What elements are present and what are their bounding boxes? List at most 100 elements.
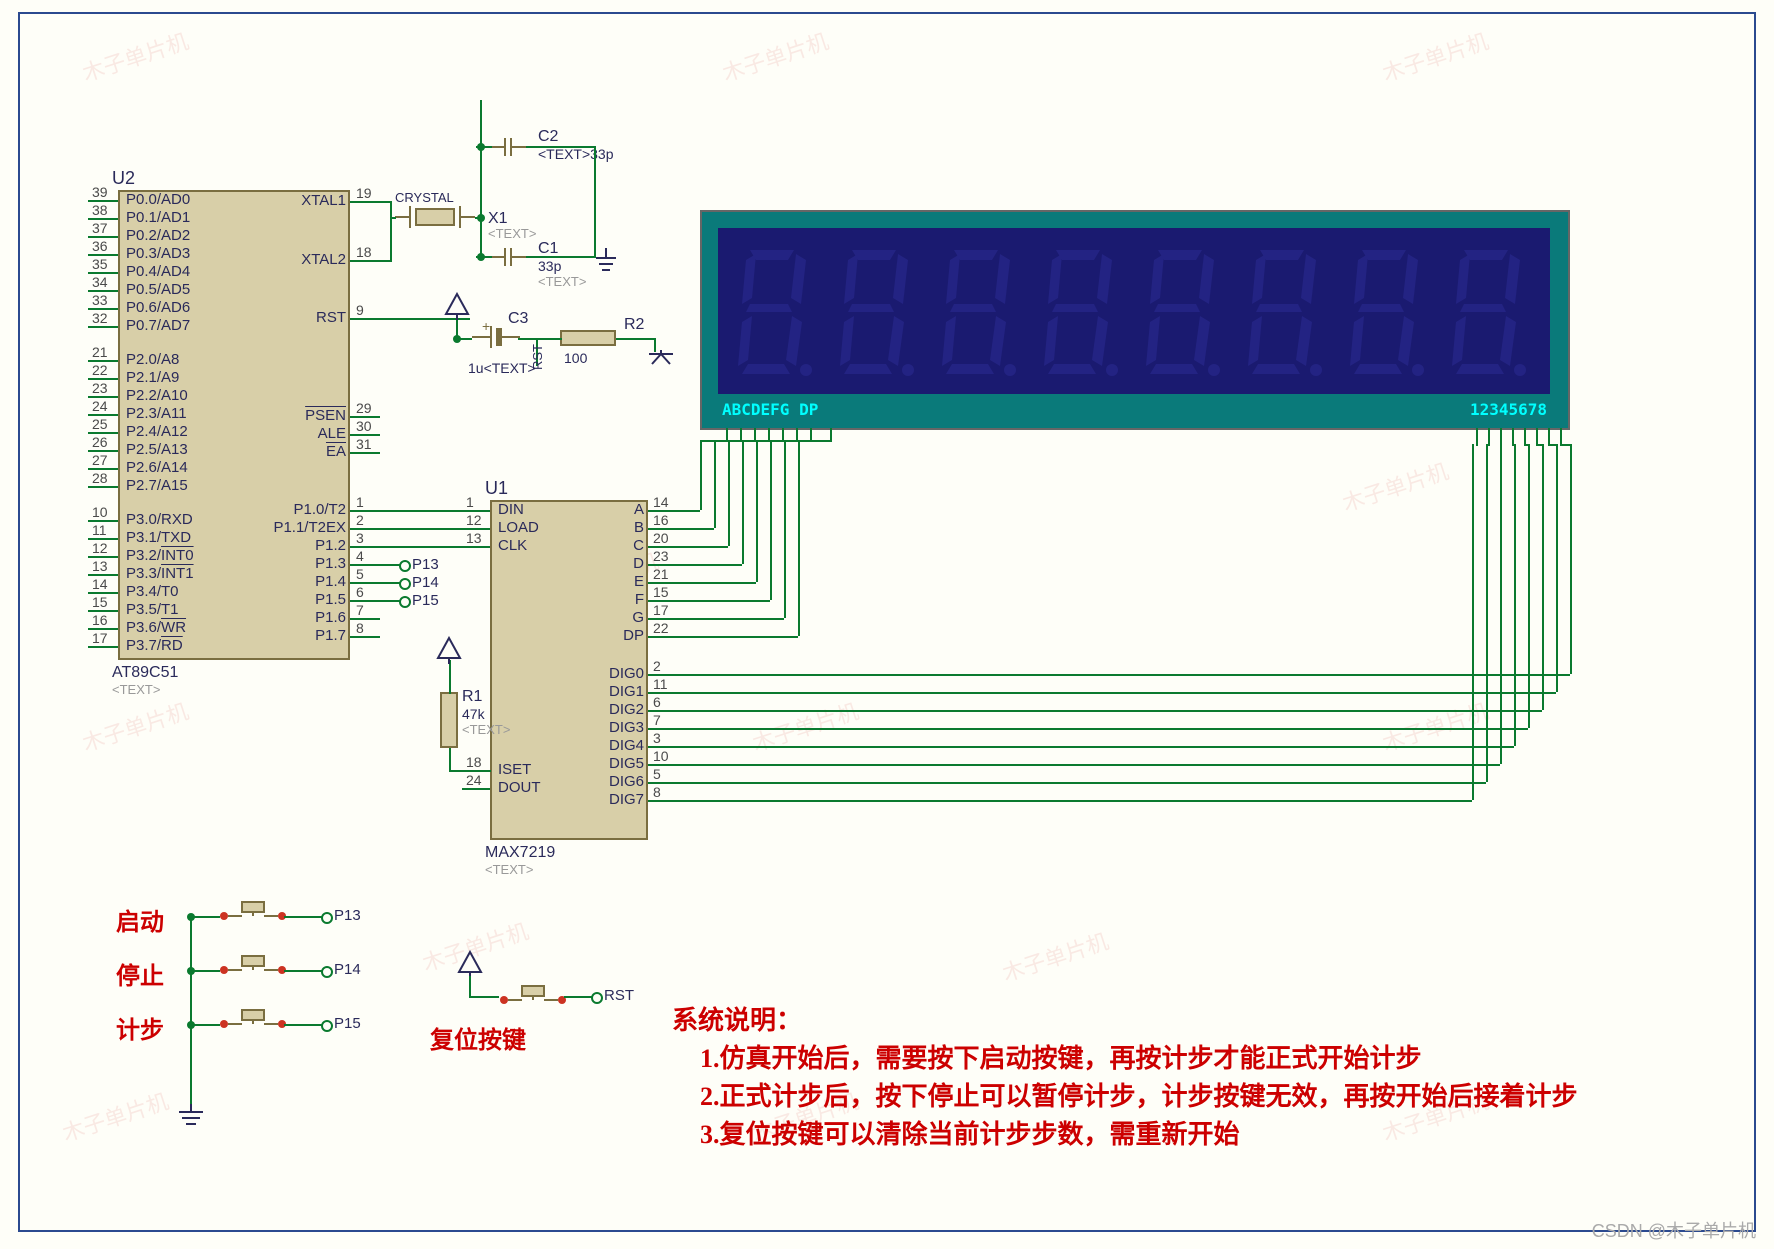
pushbutton[interactable]	[218, 1004, 288, 1043]
pin-number: 8	[356, 620, 364, 636]
pin-label: P0.3/AD3	[126, 245, 190, 262]
pin-label: P2.4/A12	[126, 423, 188, 440]
notes-title: 系统说明：	[672, 1000, 802, 1037]
pin-number: 24	[466, 772, 482, 788]
pin-label: E	[634, 573, 644, 590]
pin-number: 32	[92, 310, 108, 326]
seg-labels: ABCDEFG DP	[722, 400, 818, 419]
pin-number: 18	[356, 244, 372, 260]
pin-label: P1.6	[315, 609, 346, 626]
ground-icon	[646, 350, 676, 375]
pin-label: P2.3/A11	[126, 405, 187, 422]
pin-number: 34	[92, 274, 108, 290]
pin-number: 19	[356, 185, 372, 201]
pin-label: DIG5	[609, 755, 644, 772]
pin-number: 38	[92, 202, 108, 218]
pin-number: 24	[92, 398, 108, 414]
pin-label: EA	[326, 443, 346, 460]
pin-label: P3.5/T1	[126, 601, 179, 618]
pin-number: 2	[356, 512, 364, 528]
seven-seg-digit	[1450, 246, 1520, 376]
pin-label: P3.7/RD	[126, 637, 183, 654]
pin-number: 35	[92, 256, 108, 272]
net-rst: RST	[530, 344, 545, 370]
net-p14: P14	[334, 961, 361, 978]
pin-number: 21	[653, 566, 669, 582]
note-1: 1.仿真开始后，需要按下启动按键，再按计步才能正式开始计步	[700, 1038, 1422, 1075]
pin-number: 22	[653, 620, 669, 636]
pin-label: XTAL2	[301, 251, 346, 268]
pin-label: CLK	[498, 537, 527, 554]
pin-number: 10	[92, 504, 108, 520]
pin-number: 14	[92, 576, 108, 592]
pin-label: P3.3/INT1	[126, 565, 194, 582]
ground-icon	[594, 248, 628, 281]
pin-number: 36	[92, 238, 108, 254]
crystal	[395, 202, 475, 242]
pin-label: DOUT	[498, 779, 541, 796]
net-rst-btn: RST	[604, 987, 634, 1004]
pin-number: 27	[92, 452, 108, 468]
btn-start-label: 启动	[116, 902, 164, 937]
pushbutton[interactable]	[218, 896, 288, 935]
resistor-r1	[440, 692, 458, 748]
pin-label: XTAL1	[301, 192, 346, 209]
pin-label: RST	[316, 309, 346, 326]
seven-seg-digit	[736, 246, 806, 376]
pin-number: 1	[466, 494, 474, 510]
pin-label: P0.2/AD2	[126, 227, 190, 244]
r1-val: 47k	[462, 706, 485, 722]
pin-number: 1	[356, 494, 364, 510]
seven-seg-digit	[940, 246, 1010, 376]
pin-label: G	[632, 609, 644, 626]
pin-number: 23	[92, 380, 108, 396]
pin-label: LOAD	[498, 519, 539, 536]
pin-number: 17	[653, 602, 669, 618]
pin-number: 8	[653, 784, 661, 800]
net-p13: P13	[412, 556, 439, 573]
ground-icon	[176, 1104, 206, 1133]
pin-number: 23	[653, 548, 669, 564]
pin-number: 37	[92, 220, 108, 236]
pin-label: P0.1/AD1	[126, 209, 190, 226]
footer-credit: CSDN @木子单片机	[1592, 1217, 1756, 1243]
pin-number: 7	[356, 602, 364, 618]
c3-ref: C3	[508, 310, 528, 328]
pin-label: DIG6	[609, 773, 644, 790]
pushbutton[interactable]	[218, 950, 288, 989]
pin-number: 9	[356, 302, 364, 318]
pin-number: 26	[92, 434, 108, 450]
c2-val: <TEXT>33p	[538, 146, 614, 162]
pin-label: P0.4/AD4	[126, 263, 190, 280]
r2-val: 100	[564, 350, 587, 366]
pin-number: 31	[356, 436, 372, 452]
seven-seg-digit	[1144, 246, 1214, 376]
pin-number: 15	[92, 594, 108, 610]
pin-number: 28	[92, 470, 108, 486]
pin-label: PSEN	[305, 407, 346, 424]
pin-label: P2.6/A14	[126, 459, 188, 476]
pin-label: P2.2/A10	[126, 387, 188, 404]
pin-number: 39	[92, 184, 108, 200]
resistor-r2	[560, 330, 616, 346]
net-p14: P14	[412, 574, 439, 591]
pin-label: P0.7/AD7	[126, 317, 190, 334]
pin-number: 14	[653, 494, 669, 510]
pin-number: 33	[92, 292, 108, 308]
pin-number: 3	[356, 530, 364, 546]
pin-label: P1.0/T2	[293, 501, 346, 518]
btn-step-label: 计步	[116, 1010, 164, 1045]
mcu-ref: U2	[112, 168, 135, 189]
pin-number: 2	[653, 658, 661, 674]
pushbutton[interactable]	[498, 980, 568, 1019]
pin-number: 7	[653, 712, 661, 728]
c3-val: 1u<TEXT>	[468, 360, 536, 376]
pin-number: 11	[92, 522, 107, 538]
pin-label: DIG0	[609, 665, 644, 682]
c1-val: 33p	[538, 258, 561, 274]
pin-label: P3.0/RXD	[126, 511, 193, 528]
pin-label: P0.5/AD5	[126, 281, 190, 298]
pin-label: P3.6/WR	[126, 619, 186, 636]
pin-label: B	[634, 519, 644, 536]
seven-seg-digit	[1042, 246, 1112, 376]
